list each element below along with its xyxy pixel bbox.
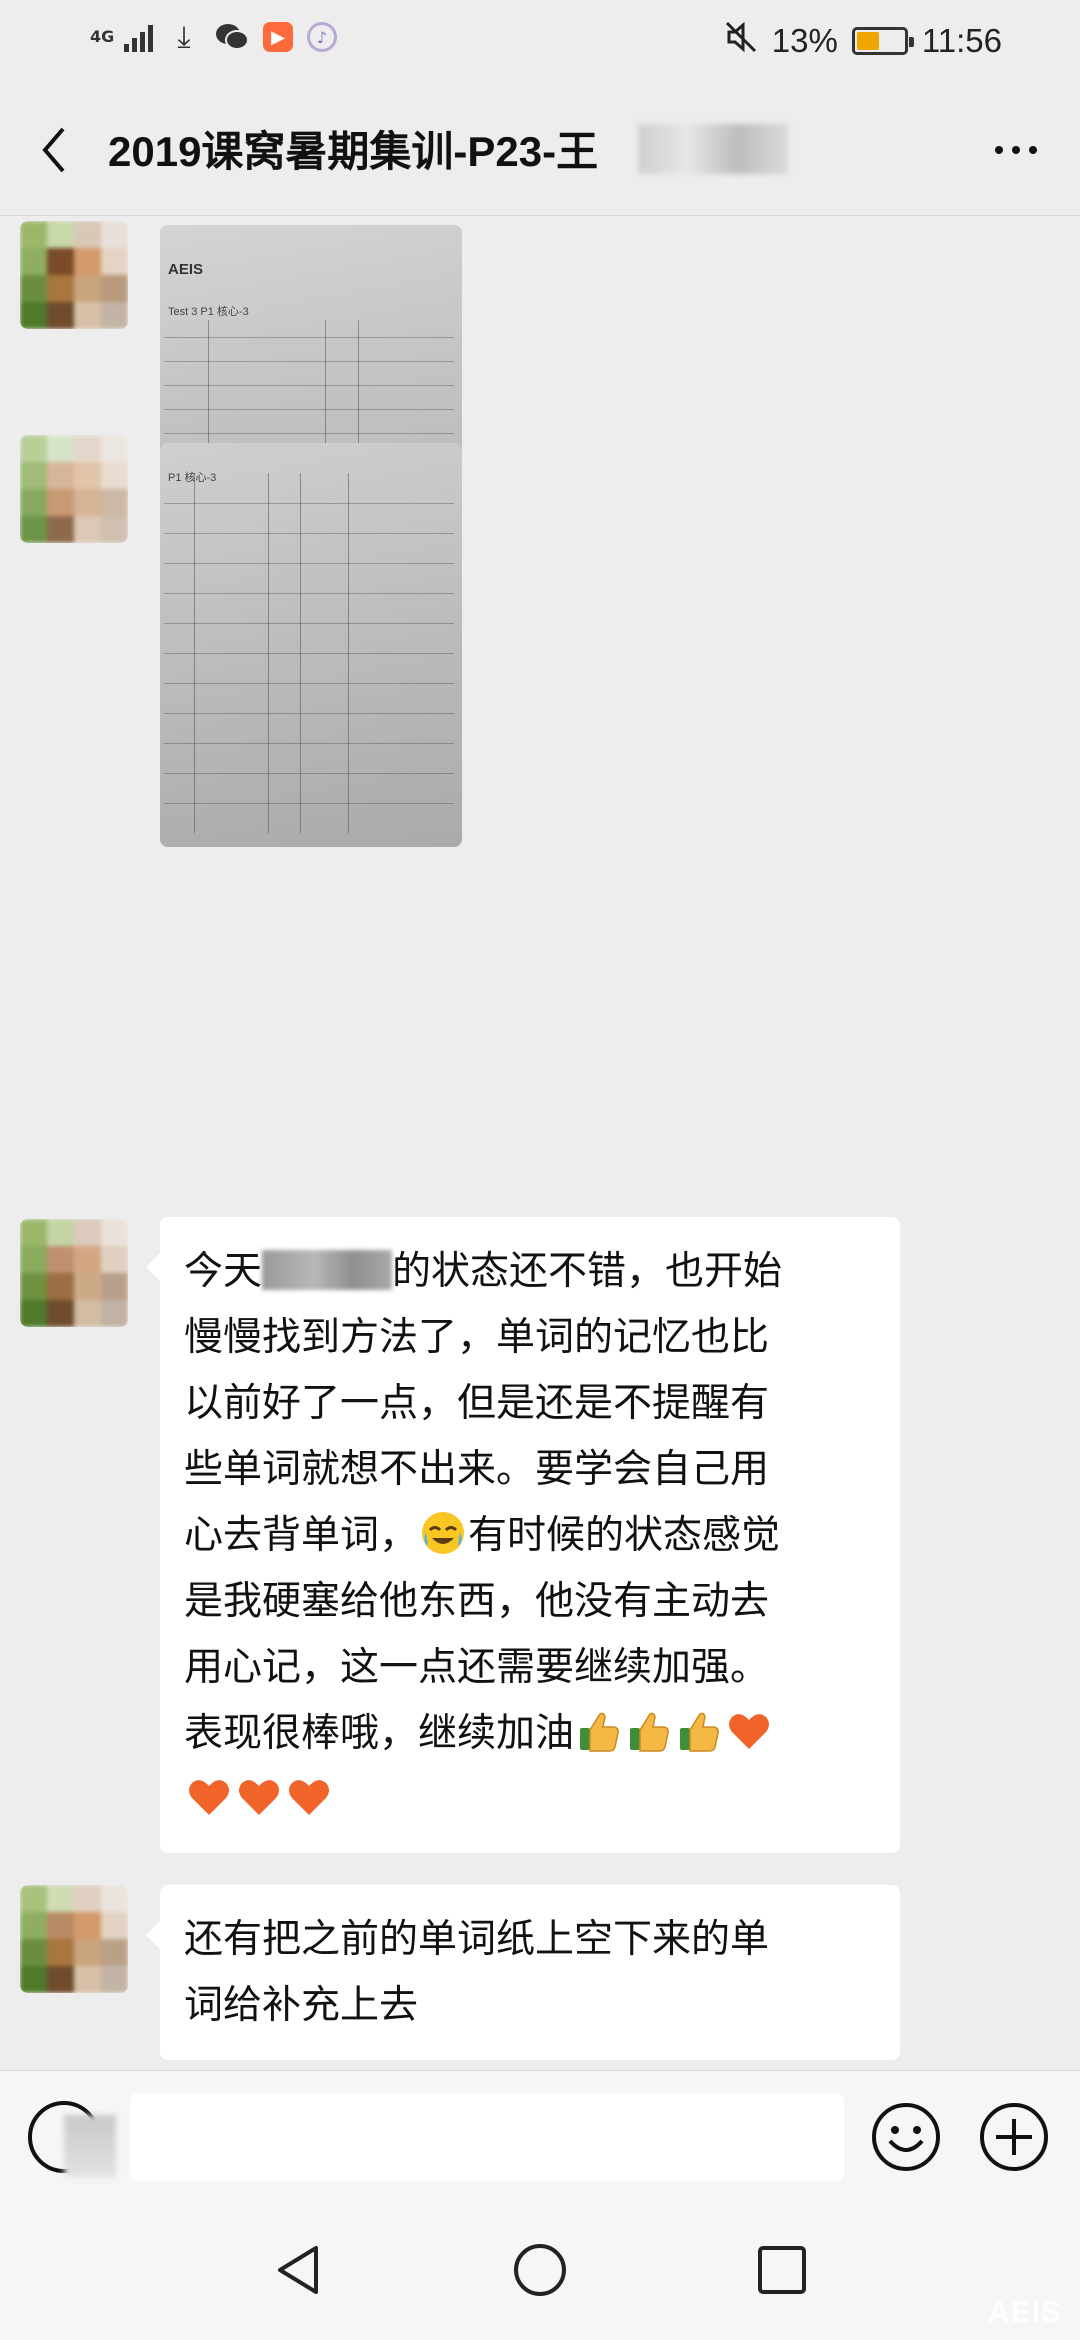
message-line: 今天 的状态还不错，也开始 xyxy=(184,1249,783,1294)
text-message[interactable]: 今天 的状态还不错，也开始 慢慢找到方法了，单词的记忆也比 以前好了一点，但是还是… xyxy=(146,1217,900,1853)
heart-emoji xyxy=(729,1714,770,1749)
battery-percent: 13% xyxy=(771,22,838,59)
avatar-mosaic xyxy=(20,1219,128,1327)
status-right: 13% 11:56 xyxy=(724,20,1002,62)
voice-icon xyxy=(64,2115,116,2177)
message-line xyxy=(184,1767,876,1833)
wechat-icon xyxy=(215,20,249,54)
download-icon: ⤓ xyxy=(177,19,191,55)
back-arrow-icon xyxy=(42,127,65,173)
thumbs-up-emoji xyxy=(680,1712,719,1752)
thumbs-up-emoji xyxy=(580,1712,619,1752)
message-line: 用心记，这一点还需要继续加强。 xyxy=(184,1645,770,1690)
more-dots-icon xyxy=(995,146,1003,154)
more-button[interactable] xyxy=(984,128,1048,172)
mute-icon xyxy=(724,20,758,62)
word-sheet-photo: P1 核心-3 xyxy=(160,443,462,847)
sheet-title: P1 核心-3 xyxy=(168,472,217,484)
avatar[interactable] xyxy=(20,435,128,543)
thumbs-up-emoji xyxy=(630,1712,669,1752)
message-line: 心去背单词， 有时候的状态感觉 xyxy=(184,1503,876,1569)
status-bar: 4G ⤓ ▶ ♪ 13% 11:56 xyxy=(0,0,1080,84)
nav-back-icon[interactable] xyxy=(270,2240,330,2300)
back-button[interactable] xyxy=(28,122,80,178)
message-input[interactable] xyxy=(130,2093,844,2181)
smiley-icon[interactable] xyxy=(870,2101,942,2173)
image-message[interactable]: P1 核心-3 xyxy=(160,443,462,847)
message-line: 些单词就想不出来。要学会自己用 xyxy=(184,1447,770,1492)
avatar-mosaic xyxy=(20,1885,128,1993)
avatar[interactable] xyxy=(20,1219,128,1327)
video-app-icon: ▶ xyxy=(263,22,293,52)
chat-title: 2019课窝暑期集训-P23-王 xyxy=(108,128,599,175)
heart-emoji xyxy=(189,1780,229,1815)
message-list[interactable]: AEIS Test 3 P1 核心-3 P1 核心-3 今天 的状态还不错，也开… xyxy=(0,217,1080,2070)
avatar[interactable] xyxy=(20,1885,128,1993)
crying-laughing-emoji xyxy=(422,1512,465,1554)
avatar-mosaic xyxy=(20,435,128,543)
nav-home-icon[interactable] xyxy=(510,2240,570,2300)
redacted-name xyxy=(262,1250,393,1290)
chat-header: 2019课窝暑期集训-P23-王 xyxy=(0,84,1080,216)
watermark: AEIS xyxy=(987,2296,1062,2329)
nav-recent-icon[interactable] xyxy=(752,2240,812,2300)
message-line: 是我硬塞给他东西，他没有主动去 xyxy=(184,1579,770,1624)
input-bar xyxy=(0,2070,1080,2200)
sheet-title: Test 3 P1 核心-3 xyxy=(168,306,249,318)
status-left: 4G ⤓ ▶ ♪ xyxy=(90,19,337,55)
signal-icon xyxy=(124,22,153,52)
heart-emoji xyxy=(289,1780,329,1815)
plus-icon[interactable] xyxy=(978,2101,1050,2173)
battery-icon xyxy=(851,27,914,55)
redacted-name xyxy=(638,124,788,174)
message-line: 以前好了一点，但是还是不提醒有 xyxy=(184,1381,770,1426)
message-line: 词给补充上去 xyxy=(184,1983,419,2028)
battery-fill xyxy=(856,32,879,50)
message-line: 表现很棒哦，继续加油 xyxy=(184,1701,876,1767)
music-icon: ♪ xyxy=(307,22,337,52)
heart-emoji xyxy=(239,1780,279,1815)
network-type: 4G xyxy=(90,27,115,46)
text-message[interactable]: 还有把之前的单词纸上空下来的单 词给补充上去 xyxy=(146,1885,900,2060)
avatar[interactable] xyxy=(20,221,128,329)
message-line: 慢慢找到方法了，单词的记忆也比 xyxy=(184,1315,770,1360)
message-line: 还有把之前的单词纸上空下来的单 xyxy=(184,1917,770,1962)
voice-button[interactable] xyxy=(28,2101,116,2177)
sheet-brand: AEIS xyxy=(168,261,204,278)
clock: 11:56 xyxy=(921,22,1002,59)
avatar-mosaic xyxy=(20,221,128,329)
system-nav-bar: AEIS xyxy=(0,2200,1080,2340)
